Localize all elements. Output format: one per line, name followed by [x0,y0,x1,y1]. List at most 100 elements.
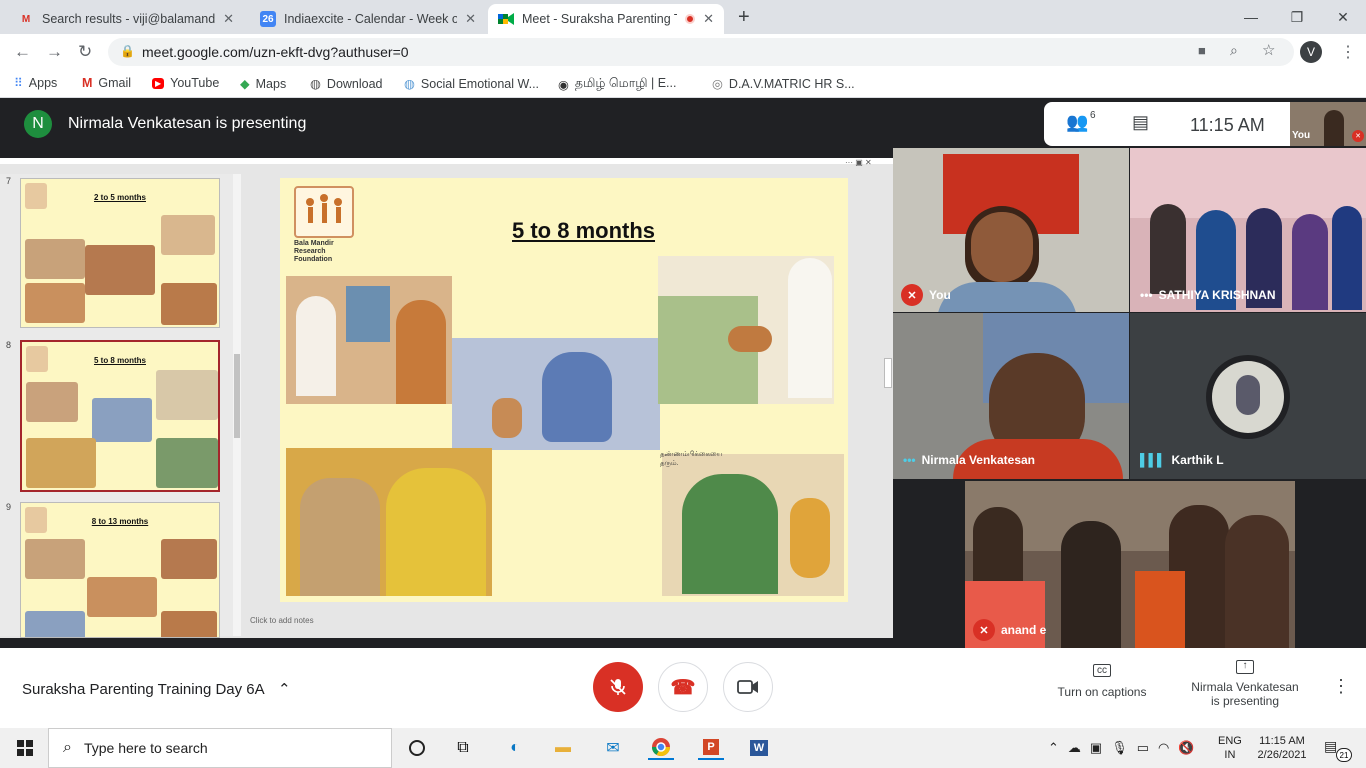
tab-gmail[interactable]: M Search results - viji@balamandir. ✕ [8,4,244,34]
thumbnail-number: 8 [6,340,12,350]
captions-label: Turn on captions [1057,685,1147,699]
forward-icon[interactable]: → [46,42,63,62]
participant-face [971,212,1033,282]
site-icon: ◍ [404,77,415,91]
ppt-bottom-gap [0,638,893,648]
microphone-icon[interactable]: 🎙 [1111,740,1128,756]
gmail-icon: M [82,76,93,90]
thumbnail-scrollbar[interactable] [233,174,241,636]
close-icon[interactable]: ✕ [703,11,714,27]
illustration [25,283,85,323]
captions-button[interactable]: cc Turn on captions [1040,664,1164,699]
search-placeholder: Type here to search [83,740,208,756]
leave-call-button[interactable]: ☎ [658,662,708,712]
bookmark-dav[interactable]: ◎ D.A.V.MATRIC HR S... [712,76,855,92]
chat-icon[interactable]: ▤ [1132,112,1149,133]
close-icon[interactable]: ✕ [223,11,234,27]
wifi-icon[interactable]: ◠ [1158,740,1169,756]
participant-figure [1061,521,1121,648]
close-icon[interactable]: ✕ [465,11,476,27]
language-indicator[interactable]: ENG IN [1218,734,1242,762]
menu-dots-icon[interactable]: ⋮ [1340,42,1356,62]
browser-tab-bar: M Search results - viji@balamandir. ✕ 26… [0,0,1366,34]
ppt-top-strip [0,158,893,164]
minimize-button[interactable]: — [1228,0,1274,34]
camera-icon[interactable]: ■ [1198,43,1206,58]
battery-icon[interactable]: ▭ [1137,740,1149,756]
illustration [156,370,218,420]
people-icon[interactable]: 👥 [1066,112,1088,133]
participant-saree [1135,571,1185,648]
windows-start-icon[interactable] [12,736,38,760]
mail-icon[interactable]: ✉ [600,736,626,760]
camera-toggle-button[interactable] [723,662,773,712]
video-tile-karthik[interactable]: ▌▌▌ Karthik L [1130,313,1366,479]
maps-icon: ◆ [240,77,250,91]
back-icon[interactable]: ← [14,42,31,62]
bookmark-maps[interactable]: ◆ Maps [240,76,286,92]
bookmark-youtube[interactable]: ▶ YouTube [152,76,219,90]
mic-toggle-button[interactable] [593,662,643,712]
youtube-icon: ▶ [152,77,165,89]
present-now-button[interactable]: ↑ Nirmala Venkatesan is presenting [1178,660,1312,708]
scroll-thumb[interactable] [234,354,240,438]
slide-thumbnail[interactable]: 8 to 13 months [20,502,220,638]
zoom-icon[interactable]: ⌕ [1230,42,1238,59]
taskbar-search-box[interactable]: ⌕ Type here to search [48,728,392,768]
taskbar-clock[interactable]: 11:15 AM 2/26/2021 [1250,734,1314,762]
illustration-crawling-baby [658,256,834,404]
tab-meet[interactable]: Meet - Suraksha Parenting T ✕ [488,4,724,34]
bookmark-tamil[interactable]: ◉ தமிழ் மொழி | E... [558,76,676,92]
bookmark-apps[interactable]: ⠿ Apps [14,76,57,90]
reload-icon[interactable]: ↻ [78,42,92,62]
mic-off-icon [610,679,626,695]
participant-name: Karthik L [1171,453,1224,467]
file-explorer-icon[interactable]: ▬ [550,736,576,760]
slide-thumbnail[interactable]: 2 to 5 months [20,178,220,328]
video-tile-you[interactable]: ✕ You [893,148,1129,312]
chrome-icon[interactable] [648,736,674,760]
bookmark-social-emotional[interactable]: ◍ Social Emotional W... [404,76,539,92]
more-options-icon[interactable]: ⋮ [1332,676,1350,697]
video-tile-anand[interactable]: ✕ anand e [965,481,1295,648]
tab-calendar[interactable]: 26 Indiaexcite - Calendar - Week of ✕ [250,4,486,34]
family-logo-icon [306,194,342,223]
notes-placeholder[interactable]: Click to add notes [250,616,314,625]
thumbnail-number: 7 [6,176,12,186]
bookmark-star-icon[interactable]: ☆ [1262,41,1275,59]
word-icon[interactable]: W [746,736,772,760]
task-view-icon[interactable]: ⧉ [450,736,476,760]
current-slide: Bala Mandir Research Foundation 5 to 8 m… [280,178,848,602]
illustration [25,611,85,637]
new-tab-button[interactable]: + [738,6,750,29]
participant-count: 6 [1090,110,1096,121]
thumbnail-title: 2 to 5 months [93,193,146,202]
powerpoint-icon[interactable]: P [698,736,724,760]
system-tray[interactable]: ⌃ ☁ ▣ 🎙 ▭ ◠ 🔇 [1048,740,1195,756]
illustration [161,611,217,637]
maximize-button[interactable]: ❐ [1274,0,1320,34]
mic-off-icon: ✕ [901,284,923,306]
illustration-family [286,448,492,596]
address-bar[interactable]: 🔒 meet.google.com/uzn-ekft-dvg?authuser=… [108,38,1294,66]
device-icon[interactable]: ▣ [1090,740,1102,756]
video-tile-nirmala[interactable]: ••• Nirmala Venkatesan [893,313,1129,479]
slide-scrollbar[interactable] [884,358,892,388]
edge-icon[interactable]: ◐ [502,736,528,760]
self-preview-tile[interactable]: You ✕ [1290,102,1366,146]
captions-icon: cc [1093,664,1111,677]
bookmark-gmail[interactable]: M Gmail [82,76,131,90]
cloud-icon[interactable]: ☁ [1068,740,1081,756]
volume-muted-icon[interactable]: 🔇 [1178,740,1194,756]
illustration [156,438,218,488]
bookmark-download[interactable]: ◍ Download [310,76,383,92]
notification-count-badge: 21 [1336,748,1352,762]
tab-title: Search results - viji@balamandir. [42,12,216,26]
slide-thumbnail-selected[interactable]: 5 to 8 months [20,340,220,492]
cortana-icon[interactable] [404,736,430,760]
chevron-up-icon[interactable]: ⌃ [1048,740,1059,756]
profile-avatar[interactable]: V [1300,41,1322,63]
video-tile-sathiya[interactable]: ••• SATHIYA KRISHNAN [1130,148,1366,312]
meeting-details-button[interactable]: Suraksha Parenting Training Day 6A ⌃ [22,680,291,698]
close-window-button[interactable]: ✕ [1320,0,1366,34]
